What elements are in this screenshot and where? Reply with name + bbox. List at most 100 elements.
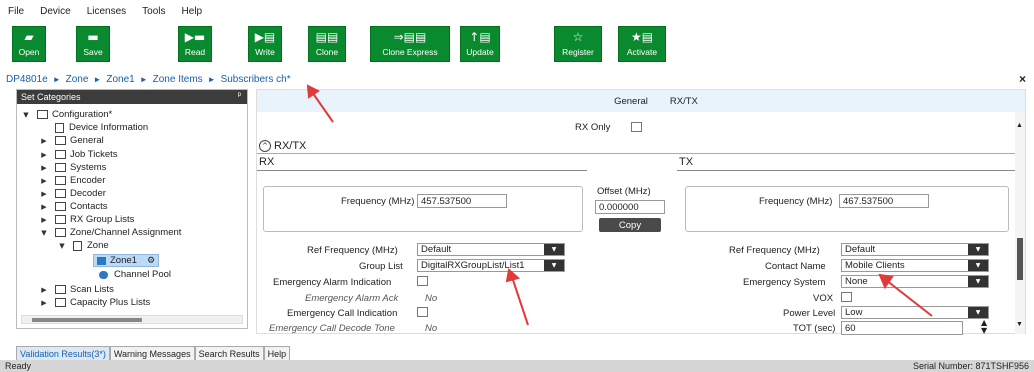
- copy-button[interactable]: Copy: [599, 218, 661, 232]
- contact-name-select[interactable]: Mobile Clients ▼: [841, 259, 989, 272]
- chevron-down-icon[interactable]: ▼: [968, 276, 988, 287]
- vertical-scrollbar[interactable]: ▲ ▼: [1015, 112, 1025, 334]
- expand-arrow-icon[interactable]: ▶: [39, 286, 49, 294]
- chevron-down-icon[interactable]: ▼: [968, 260, 988, 271]
- menu-device[interactable]: Device: [40, 6, 71, 17]
- expand-arrow-icon[interactable]: ▶: [39, 203, 49, 211]
- menu-help[interactable]: Help: [182, 6, 203, 17]
- save-button[interactable]: ▬ Save: [76, 26, 110, 62]
- menu-licenses[interactable]: Licenses: [87, 6, 126, 17]
- tab-validation-results[interactable]: Validation Results(3*): [16, 346, 110, 360]
- clone-button[interactable]: ▤▤ Clone: [308, 26, 346, 62]
- tree-item-channel-pool[interactable]: Channel Pool: [99, 268, 171, 281]
- tree-item-contacts[interactable]: ▶ Contacts: [39, 200, 107, 213]
- tree-item-zone-channel-assignment[interactable]: ▼ Zone/Channel Assignment: [39, 226, 181, 239]
- expand-arrow-icon[interactable]: ▶: [39, 216, 49, 224]
- expand-arrow-icon[interactable]: ▶: [39, 137, 49, 145]
- breadcrumb-zone1[interactable]: Zone1: [106, 74, 134, 85]
- open-button[interactable]: ▰ Open: [12, 26, 46, 62]
- collapse-chevron-icon[interactable]: ^: [259, 140, 271, 152]
- category-tree: ▼ Configuration* Device Information ▶ Ge…: [17, 104, 247, 328]
- star-outline-icon: ☆: [572, 30, 584, 44]
- tab-warning-messages[interactable]: Warning Messages: [109, 346, 195, 360]
- vox-checkbox[interactable]: [841, 292, 852, 302]
- write-label: Write: [255, 47, 275, 57]
- expand-arrow-icon[interactable]: ▶: [39, 190, 49, 198]
- tree-item-zone1[interactable]: Zone1 ⚙: [93, 254, 160, 267]
- write-icon: ▶▤: [254, 30, 276, 44]
- update-button[interactable]: ↑▤ Update: [460, 26, 500, 62]
- chevron-down-icon[interactable]: ▼: [544, 244, 564, 255]
- save-label: Save: [83, 47, 103, 57]
- tree-item-device-information[interactable]: Device Information: [55, 121, 148, 134]
- chevron-down-icon[interactable]: ▼: [968, 244, 988, 255]
- tree-item-scan-lists[interactable]: ▶ Scan Lists: [39, 283, 114, 296]
- zone-item-icon: [97, 256, 106, 265]
- breadcrumb-zone[interactable]: Zone: [66, 74, 89, 85]
- breadcrumb: DP4801e ► Zone ► Zone1 ► Zone Items ► Su…: [0, 70, 1034, 88]
- tab-help[interactable]: Help: [263, 346, 291, 360]
- expand-arrow-icon[interactable]: ▶: [39, 299, 49, 307]
- tab-general[interactable]: General: [614, 96, 648, 107]
- menu-tools[interactable]: Tools: [142, 6, 165, 17]
- save-icon: ▬: [87, 30, 99, 44]
- collapse-arrow-icon[interactable]: ▼: [39, 229, 49, 237]
- tree-item-encoder[interactable]: ▶ Encoder: [39, 174, 105, 187]
- tot-field[interactable]: 60: [841, 321, 963, 335]
- tree-item-rx-group-lists[interactable]: ▶ RX Group Lists: [39, 213, 134, 226]
- emergency-call-indication-checkbox[interactable]: [417, 307, 428, 317]
- activate-icon: ★▤: [630, 30, 654, 44]
- close-icon[interactable]: ×: [1019, 72, 1026, 86]
- scrollbar-thumb[interactable]: [32, 318, 142, 322]
- emergency-alarm-indication-checkbox[interactable]: [417, 276, 428, 286]
- write-button[interactable]: ▶▤ Write: [248, 26, 282, 62]
- clone-express-button[interactable]: ⇒▤▤ Clone Express: [370, 26, 450, 62]
- register-button[interactable]: ☆ Register: [554, 26, 602, 62]
- breadcrumb-zone-items[interactable]: Zone Items: [153, 74, 203, 85]
- tree-item-systems[interactable]: ▶ Systems: [39, 161, 106, 174]
- settings-gear-icon[interactable]: ⚙: [147, 256, 155, 266]
- collapse-arrow-icon[interactable]: ▼: [57, 242, 67, 250]
- scrollbar-thumb[interactable]: [1017, 238, 1023, 280]
- tree-item-configuration[interactable]: ▼ Configuration*: [21, 108, 112, 121]
- horizontal-scrollbar[interactable]: [21, 315, 243, 324]
- group-list-select[interactable]: DigitalRXGroupList/List1 ▼: [417, 259, 565, 272]
- offset-field[interactable]: 0.000000: [595, 200, 665, 214]
- expand-arrow-icon[interactable]: ▶: [39, 164, 49, 172]
- rx-frequency-field[interactable]: 457.537500: [417, 194, 507, 208]
- tree-item-decoder[interactable]: ▶ Decoder: [39, 187, 106, 200]
- power-level-select[interactable]: Low ▼: [841, 306, 989, 319]
- expand-arrow-icon[interactable]: ▶: [39, 151, 49, 159]
- menu-file[interactable]: File: [8, 6, 24, 17]
- emergency-system-select[interactable]: None ▼: [841, 275, 989, 288]
- rx-tx-section-header[interactable]: ^ RX/TX: [259, 140, 306, 152]
- chevron-down-icon[interactable]: ▼: [968, 307, 988, 318]
- status-bar: Ready Serial Number: 871TSHF956: [0, 360, 1034, 372]
- tx-rule: [677, 170, 1015, 171]
- emergency-call-decode-tone-label: Emergency Call Decode Tone: [269, 323, 395, 334]
- tree-item-job-tickets[interactable]: ▶ Job Tickets: [39, 148, 117, 161]
- tree-item-capacity-plus-lists[interactable]: ▶ Capacity Plus Lists: [39, 296, 150, 309]
- scroll-down-icon[interactable]: ▼: [1016, 321, 1023, 328]
- tx-ref-frequency-select[interactable]: Default ▼: [841, 243, 989, 256]
- breadcrumb-device[interactable]: DP4801e: [6, 74, 48, 85]
- expand-arrow-icon[interactable]: ▼: [21, 111, 31, 119]
- tree-item-general[interactable]: ▶ General: [39, 134, 104, 147]
- breadcrumb-separator-icon: ►: [52, 74, 61, 84]
- scroll-up-icon[interactable]: ▲: [1016, 122, 1023, 129]
- chevron-down-icon[interactable]: ▼: [544, 260, 564, 271]
- tx-frequency-field[interactable]: 467.537500: [839, 194, 929, 208]
- activate-button[interactable]: ★▤ Activate: [618, 26, 666, 62]
- tab-rx-tx[interactable]: RX/TX: [670, 96, 698, 107]
- breadcrumb-subscribers[interactable]: Subscribers ch*: [221, 74, 291, 85]
- tab-search-results[interactable]: Search Results: [194, 346, 264, 360]
- spinner-icon[interactable]: ▲ ▼: [981, 319, 987, 335]
- read-button[interactable]: ▶▬ Read: [178, 26, 212, 62]
- channel-pool-icon: [99, 270, 108, 279]
- tree-item-zone[interactable]: ▼ Zone: [57, 239, 108, 252]
- rx-ref-frequency-select[interactable]: Default ▼: [417, 243, 565, 256]
- tx-ref-frequency-label: Ref Frequency (MHz): [729, 245, 820, 256]
- expand-arrow-icon[interactable]: ▶: [39, 177, 49, 185]
- rx-only-checkbox[interactable]: [631, 122, 642, 132]
- pin-icon[interactable]: ᵖ: [238, 90, 241, 100]
